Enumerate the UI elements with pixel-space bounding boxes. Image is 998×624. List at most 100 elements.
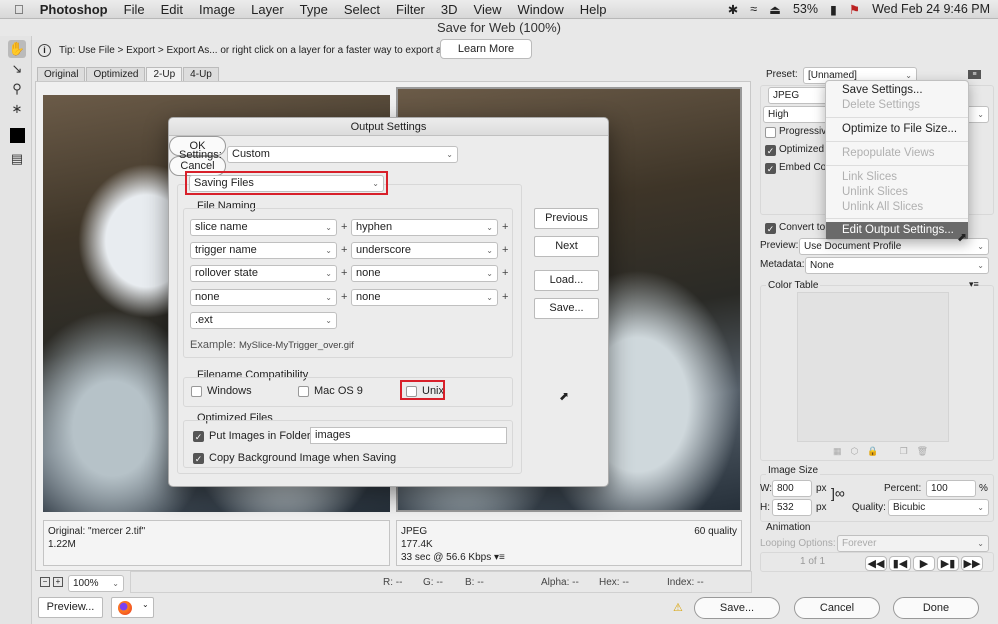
tool-bar: ✋ ↘ ⚲ ∗ ▤: [0, 36, 32, 624]
menu-edit[interactable]: Edit: [161, 2, 183, 17]
save-button[interactable]: Save...: [694, 597, 780, 619]
slice-select-tool-icon[interactable]: ↘: [8, 60, 26, 78]
format-select[interactable]: JPEG: [768, 87, 828, 104]
percent-label: Percent:: [884, 483, 922, 494]
first-frame-icon[interactable]: ◀◀: [865, 556, 887, 571]
load-button[interactable]: Load...: [534, 270, 599, 291]
apple-icon[interactable]: : [14, 2, 24, 17]
menu-item-save-settings[interactable]: Save Settings...: [842, 84, 923, 96]
folder-name-input[interactable]: images: [310, 427, 507, 444]
optimize-menu-icon[interactable]: ≡: [968, 70, 981, 79]
embed-profile-checkbox[interactable]: ✓: [765, 163, 776, 174]
next-button[interactable]: Next: [534, 236, 599, 257]
cancel-button[interactable]: Cancel: [794, 597, 880, 619]
menu-filter[interactable]: Filter: [396, 2, 425, 17]
progressive-checkbox[interactable]: [765, 127, 776, 138]
put-images-checkbox[interactable]: ✓: [193, 431, 204, 442]
toggle-slices-icon[interactable]: ▤: [8, 150, 26, 168]
eyedropper-color-swatch[interactable]: [10, 128, 25, 143]
next-frame-icon[interactable]: ▶▮: [937, 556, 959, 571]
menu-app[interactable]: Photoshop: [40, 2, 108, 17]
download-rate-menu-icon[interactable]: ▾≡: [494, 552, 505, 563]
last-frame-icon[interactable]: ▶▶: [961, 556, 983, 571]
previous-button[interactable]: Previous: [534, 208, 599, 229]
plus-icon: +: [341, 221, 348, 233]
naming-1a-select[interactable]: slice name ⌄: [190, 219, 337, 236]
zoom-in-icon[interactable]: +: [53, 577, 63, 587]
view-tabs: Original Optimized 2-Up 4-Up: [37, 67, 220, 81]
naming-2a-select[interactable]: trigger name ⌄: [190, 242, 337, 259]
flag-icon[interactable]: ⚑: [849, 2, 860, 17]
zoom-out-icon[interactable]: −: [40, 577, 50, 587]
tab-2-up[interactable]: 2-Up: [146, 67, 183, 81]
constrain-link-icon[interactable]: ]∞: [831, 485, 845, 501]
tab-optimized[interactable]: Optimized: [86, 67, 146, 81]
naming-value: none: [195, 291, 220, 303]
trash-icon[interactable]: 🗑: [917, 446, 928, 457]
menu-type[interactable]: Type: [300, 2, 328, 17]
menu-3d[interactable]: 3D: [441, 2, 458, 17]
copy-background-checkbox[interactable]: ✓: [193, 453, 204, 464]
previous-frame-icon[interactable]: ▮◀: [889, 556, 911, 571]
menu-image[interactable]: Image: [199, 2, 235, 17]
color-table-menu-icon[interactable]: ▾≡: [969, 279, 979, 290]
unix-highlight: [400, 380, 445, 400]
looping-select[interactable]: Forever ⌄: [837, 535, 989, 552]
menu-item-edit-output-settings[interactable]: Edit Output Settings...: [826, 222, 968, 239]
bluetooth-icon[interactable]: ✱: [728, 2, 738, 17]
menu-window[interactable]: Window: [517, 2, 563, 17]
windows-checkbox[interactable]: [191, 386, 202, 397]
shift-web-icon[interactable]: ⬡: [851, 446, 859, 457]
format-value: JPEG: [773, 90, 800, 101]
tab-original[interactable]: Original: [37, 67, 86, 81]
naming-4b-select[interactable]: none ⌄: [351, 289, 498, 306]
zoom-tool-icon[interactable]: ⚲: [8, 80, 26, 98]
naming-3a-select[interactable]: rollover state ⌄: [190, 265, 337, 282]
wifi-icon[interactable]: ≈: [750, 2, 757, 17]
optimized-checkbox[interactable]: ✓: [765, 145, 776, 156]
menu-item-unlink-all-slices: Unlink All Slices: [842, 201, 924, 213]
learn-more-button[interactable]: Learn More: [440, 39, 532, 59]
resample-quality-select[interactable]: Bicubic ⌄: [888, 499, 989, 516]
width-input[interactable]: 800: [772, 480, 812, 497]
menu-layer[interactable]: Layer: [251, 2, 284, 17]
optimized-quality: 60 quality: [694, 526, 737, 537]
naming-4a-select[interactable]: none ⌄: [190, 289, 337, 306]
browser-select[interactable]: ⌄: [111, 597, 154, 618]
original-size: 1.22M: [48, 539, 76, 550]
lock-color-icon[interactable]: 🔒: [867, 446, 878, 457]
optimized-size: 177.4K: [401, 539, 433, 550]
menu-file[interactable]: File: [124, 2, 145, 17]
percent-input[interactable]: 100: [926, 480, 976, 497]
height-input[interactable]: 532: [772, 499, 812, 516]
clock[interactable]: Wed Feb 24 9:46 PM: [872, 2, 990, 17]
battery-percent[interactable]: 53%: [793, 2, 818, 17]
menu-view[interactable]: View: [474, 2, 502, 17]
tab-4-up[interactable]: 4-Up: [183, 67, 219, 81]
naming-3b-select[interactable]: none ⌄: [351, 265, 498, 282]
menu-item-optimize-file-size[interactable]: Optimize to File Size...: [842, 123, 957, 135]
put-images-label: Put Images in Folder:: [209, 430, 314, 442]
done-button[interactable]: Done: [893, 597, 979, 619]
settings-select[interactable]: Custom ⌄: [227, 146, 458, 163]
naming-value: trigger name: [195, 244, 257, 256]
menu-help[interactable]: Help: [580, 2, 607, 17]
extension-select[interactable]: .ext ⌄: [190, 312, 337, 329]
convert-srgb-checkbox[interactable]: ✓: [765, 223, 776, 234]
hand-tool-icon[interactable]: ✋: [8, 40, 26, 58]
new-color-icon[interactable]: ❐: [900, 446, 908, 457]
battery-icon[interactable]: ▮: [830, 2, 837, 17]
menu-select[interactable]: Select: [344, 2, 380, 17]
macos9-checkbox[interactable]: [298, 386, 309, 397]
metadata-select[interactable]: None ⌄: [805, 257, 989, 274]
play-icon[interactable]: ▶: [913, 556, 935, 571]
naming-1b-select[interactable]: hyphen ⌄: [351, 219, 498, 236]
chevron-down-icon: ⌄: [142, 600, 149, 609]
dialog-save-button[interactable]: Save...: [534, 298, 599, 319]
naming-2b-select[interactable]: underscore ⌄: [351, 242, 498, 259]
eject-icon[interactable]: ⏏: [769, 2, 781, 17]
eyedropper-tool-icon[interactable]: ∗: [8, 100, 26, 118]
preview-button[interactable]: Preview...: [38, 597, 103, 618]
zoom-level-select[interactable]: 100% ⌄: [68, 575, 124, 592]
map-color-icon[interactable]: ▦: [833, 446, 842, 457]
